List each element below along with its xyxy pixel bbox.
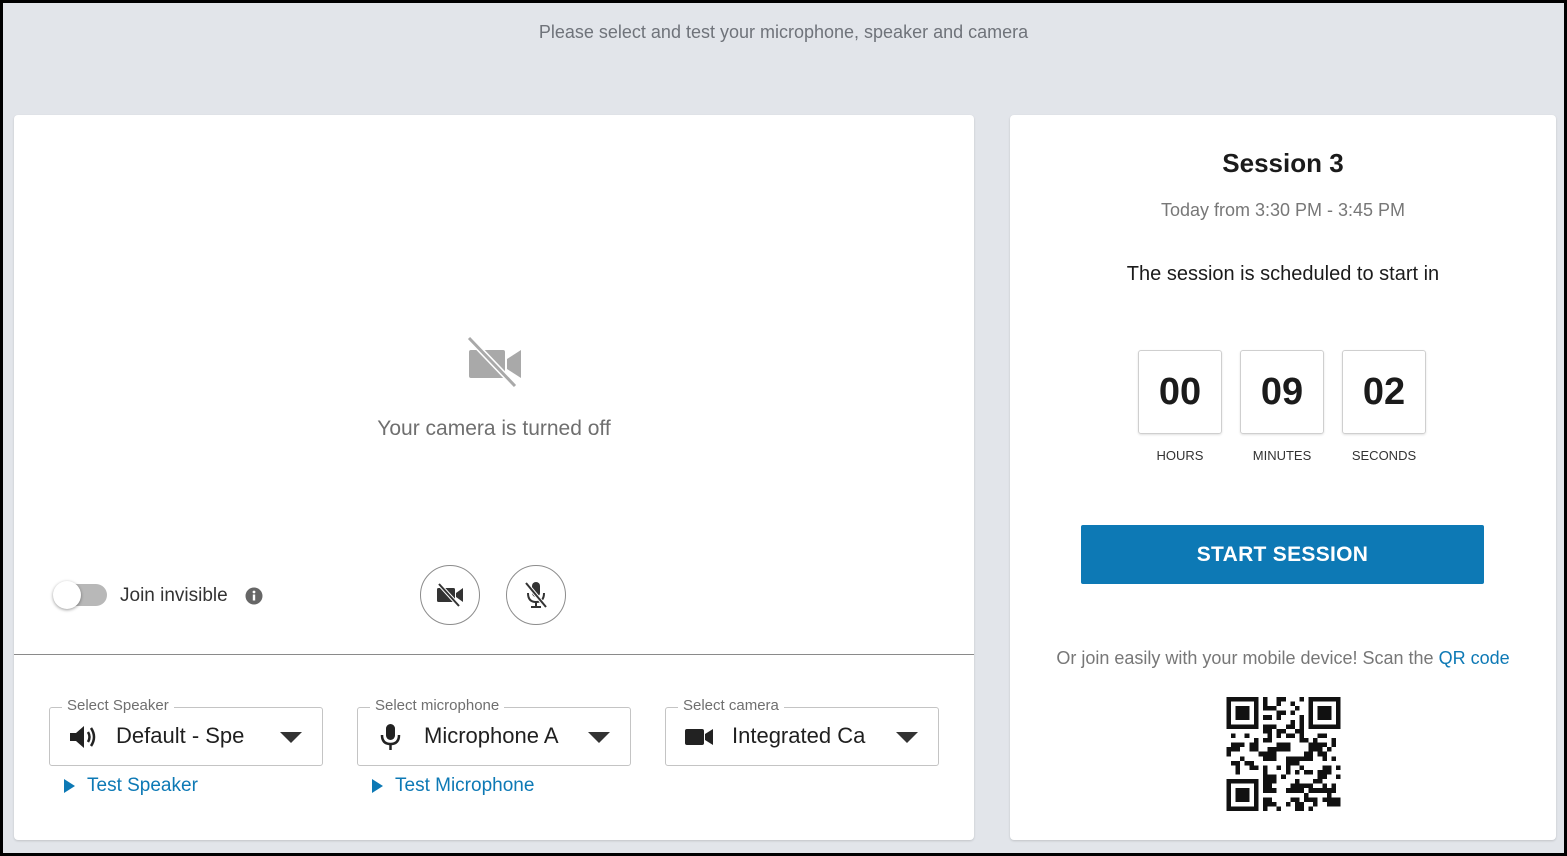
microphone-select-legend: Select microphone [370, 697, 505, 714]
qr-join-text: Or join easily with your mobile device! … [1010, 648, 1556, 669]
camera-select-legend: Select camera [678, 697, 784, 714]
session-time: Today from 3:30 PM - 3:45 PM [1160, 200, 1406, 220]
countdown-minutes-label: MINUTES [1252, 448, 1312, 463]
countdown-seconds: 02 [1342, 350, 1426, 434]
start-session-button[interactable]: START SESSION [1081, 525, 1484, 584]
countdown-hours-label: HOURS [1156, 448, 1204, 463]
play-icon [64, 779, 75, 793]
device-preview-card: Your camera is turned off Join invisible [14, 115, 974, 840]
scheduled-text: The session is scheduled to start in [1126, 263, 1440, 285]
camera-select-value: Integrated Ca [732, 723, 866, 748]
app-frame: Please select and test your microphone, … [3, 3, 1564, 853]
join-invisible-label: Join invisible [120, 585, 228, 606]
chevron-down-icon [588, 732, 610, 743]
speaker-select-legend: Select Speaker [62, 697, 174, 714]
qr-join-message: Or join easily with your mobile device! … [1056, 648, 1434, 668]
info-icon[interactable] [245, 587, 263, 605]
countdown-minutes: 09 [1240, 350, 1324, 434]
test-speaker-link[interactable]: Test Speaker [64, 775, 198, 797]
microphone-select-value: Microphone A [424, 723, 559, 748]
speaker-select[interactable]: Select Speaker Default - Spe [49, 697, 323, 766]
microphone-icon [380, 724, 401, 750]
chevron-down-icon [280, 732, 302, 743]
speaker-icon [70, 726, 96, 748]
qr-code-link[interactable]: QR code [1439, 648, 1510, 668]
qr-code-image [1226, 697, 1341, 811]
toggle-knob [53, 581, 81, 609]
countdown-seconds-label: SECONDS [1351, 448, 1417, 463]
speaker-select-value: Default - Spe [116, 723, 245, 748]
instruction-text: Please select and test your microphone, … [538, 22, 1029, 42]
countdown-hours: 00 [1138, 350, 1222, 434]
camera-select[interactable]: Select camera Integrated Ca [665, 697, 939, 766]
test-speaker-label: Test Speaker [87, 775, 198, 796]
camera-off-icon [437, 583, 463, 607]
play-icon [372, 779, 383, 793]
test-microphone-link[interactable]: Test Microphone [372, 775, 534, 797]
camera-off-icon [466, 335, 521, 387]
join-invisible-toggle[interactable] [53, 581, 107, 609]
camera-icon [685, 729, 713, 745]
test-microphone-label: Test Microphone [395, 775, 535, 796]
microphone-off-icon [524, 581, 548, 609]
chevron-down-icon [896, 732, 918, 743]
divider [14, 654, 974, 655]
camera-off-message: Your camera is turned off [377, 417, 611, 440]
session-card: Session 3 Today from 3:30 PM - 3:45 PM T… [1010, 115, 1556, 840]
session-title: Session 3 [1222, 148, 1344, 178]
microphone-select[interactable]: Select microphone Microphone A [357, 697, 631, 766]
toggle-camera-button[interactable] [420, 565, 480, 625]
toggle-microphone-button[interactable] [506, 565, 566, 625]
